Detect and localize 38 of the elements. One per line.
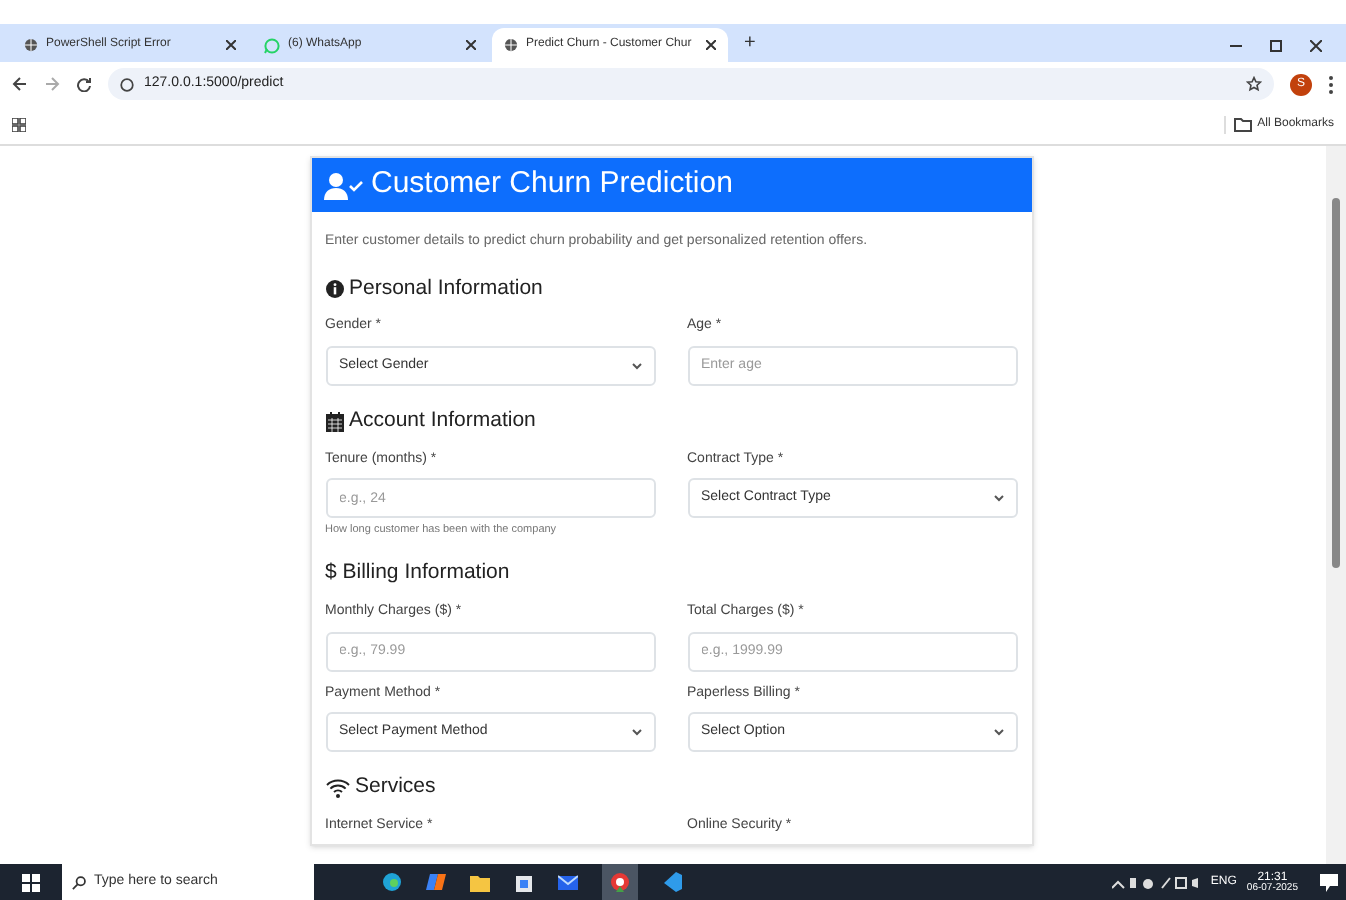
star-icon[interactable]	[1246, 76, 1262, 92]
menu-icon[interactable]	[1328, 75, 1334, 93]
new-tab-button[interactable]: +	[744, 28, 756, 58]
wifi-icon	[325, 777, 349, 798]
reload-icon[interactable]	[76, 76, 92, 92]
folder-icon[interactable]	[1233, 118, 1252, 132]
section-heading: $ Billing Information	[325, 558, 510, 589]
back-icon[interactable]	[12, 76, 28, 92]
scrollbar[interactable]	[1326, 146, 1346, 864]
apps-icon[interactable]	[12, 118, 26, 132]
info-icon	[325, 279, 343, 298]
folder-icon[interactable]	[470, 873, 490, 891]
section-heading: Personal Information	[349, 273, 543, 303]
globe-icon	[504, 38, 518, 52]
chat-bubble-icon	[264, 37, 280, 53]
windows-icon[interactable]	[22, 873, 40, 891]
notification-icon[interactable]	[1320, 873, 1338, 891]
tray-icons[interactable]	[1112, 875, 1201, 889]
section-heading: Services	[355, 772, 436, 802]
card-title: Customer Churn Prediction	[371, 164, 733, 205]
globe-icon	[24, 38, 38, 52]
mail-icon[interactable]	[558, 872, 578, 892]
search-icon	[72, 875, 86, 889]
close-icon[interactable]	[466, 40, 476, 50]
calendar-icon	[325, 411, 343, 432]
store-icon[interactable]	[514, 872, 534, 892]
user-check-icon	[323, 171, 363, 199]
minimize-icon[interactable]	[1230, 40, 1242, 52]
restore-icon[interactable]	[1270, 40, 1282, 52]
site-info-icon[interactable]	[120, 77, 134, 91]
chevron-down-icon	[631, 728, 641, 736]
close-icon[interactable]	[226, 40, 236, 50]
section-heading: Account Information	[349, 405, 536, 436]
close-icon[interactable]	[1310, 40, 1322, 52]
chevron-down-icon	[993, 728, 1003, 736]
chevron-down-icon	[631, 361, 641, 370]
close-icon[interactable]	[706, 40, 716, 50]
chevron-down-icon	[993, 494, 1003, 502]
